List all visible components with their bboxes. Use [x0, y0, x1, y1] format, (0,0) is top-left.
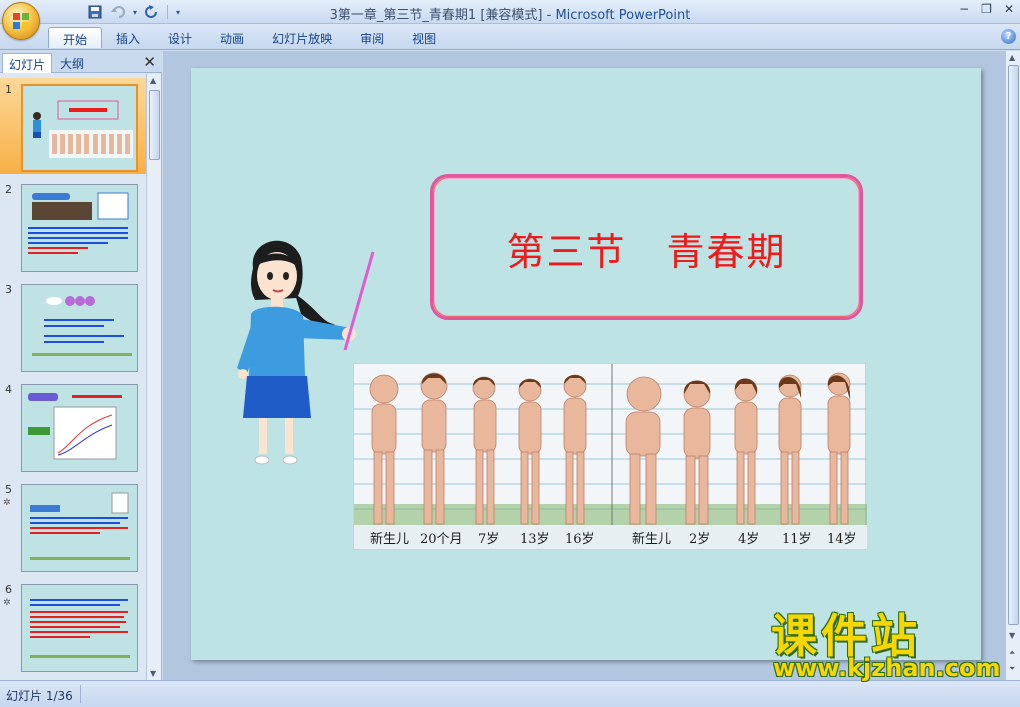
growth-label: 2岁: [689, 531, 711, 547]
tab-outline[interactable]: 大纲: [54, 53, 90, 73]
growth-chart-image[interactable]: 新生儿 20个月 7岁 13岁 16岁 新生儿 2岁 4岁 11岁 14岁: [353, 363, 867, 550]
scroll-up-icon[interactable]: ▲: [1009, 53, 1015, 62]
slides-pane: 幻灯片 大纲 ✕ 1 2 3 4 5 ✲ 6 ✲ ▲ ▼: [0, 51, 162, 680]
window-title: 3第一章_第三节_青春期1 [兼容模式] - Microsoft PowerPo…: [0, 4, 1020, 23]
growth-figures: [354, 364, 867, 527]
growth-label: 新生儿: [370, 531, 410, 547]
slide-preview: [21, 484, 138, 572]
growth-label: 16岁: [565, 531, 595, 547]
tab-design[interactable]: 设计: [154, 27, 206, 48]
window-controls: − ❐ ✕: [959, 2, 1014, 16]
slide-number: 6: [5, 583, 12, 596]
slide-thumbnail-4[interactable]: 4: [0, 378, 146, 474]
title-frame[interactable]: 第三节 青春期: [430, 174, 863, 320]
slide-thumbnail-5[interactable]: 5 ✲: [0, 478, 146, 574]
slide-preview: [21, 584, 138, 672]
slide-number: 3: [5, 283, 12, 296]
animation-star-icon: ✲: [3, 598, 11, 608]
tab-slideshow[interactable]: 幻灯片放映: [258, 27, 346, 48]
growth-label: 14岁: [827, 531, 857, 547]
ribbon-tabs: 开始 插入 设计 动画 幻灯片放映 审阅 视图: [48, 27, 450, 48]
scrollbar-thumb[interactable]: [149, 90, 160, 160]
scrollbar-thumb[interactable]: [1008, 65, 1019, 625]
growth-label: 13岁: [520, 531, 550, 547]
scroll-up-icon[interactable]: ▲: [150, 76, 156, 85]
ribbon: 开始 插入 设计 动画 幻灯片放映 审阅 视图 ?: [0, 24, 1020, 50]
growth-label: 新生儿: [632, 531, 672, 547]
tab-slides[interactable]: 幻灯片: [2, 53, 53, 73]
office-logo-icon: [13, 13, 29, 29]
animation-star-icon: ✲: [3, 498, 11, 508]
slide-thumbnail-2[interactable]: 2: [0, 178, 146, 274]
slide-preview: [21, 284, 138, 372]
growth-label: 4岁: [738, 531, 760, 547]
growth-label: 7岁: [478, 531, 500, 547]
tab-view[interactable]: 视图: [398, 27, 450, 48]
growth-label: 11岁: [782, 531, 812, 547]
tab-insert[interactable]: 插入: [102, 27, 154, 48]
close-button[interactable]: ✕: [1004, 2, 1014, 16]
tab-home[interactable]: 开始: [48, 27, 103, 48]
close-pane-icon[interactable]: ✕: [143, 53, 156, 71]
scroll-down-icon[interactable]: ▼: [150, 669, 156, 678]
slide-number: 5: [5, 483, 12, 496]
slide-editor: 第三节 青春期 新生儿 20个月 7岁 13岁 16岁 新生儿 2岁 4岁 11…: [163, 51, 1005, 680]
thumbnail-scrollbar[interactable]: ▲ ▼: [146, 74, 161, 680]
slide-preview: [21, 84, 138, 172]
pane-tabs: 幻灯片 大纲 ✕: [0, 51, 162, 73]
restore-button[interactable]: ❐: [981, 2, 992, 16]
slide-preview: [21, 184, 138, 272]
growth-label: 20个月: [420, 531, 463, 547]
slide-number: 4: [5, 383, 12, 396]
thumbnail-list: 1 2 3 4 5 ✲ 6 ✲: [0, 74, 146, 680]
slide-thumbnail-1[interactable]: 1: [0, 78, 146, 174]
title-separator: -: [542, 8, 556, 23]
slide-counter: 幻灯片 1/36: [6, 689, 73, 703]
growth-caption: 新生儿 20个月 7岁 13岁 16岁 新生儿 2岁 4岁 11岁 14岁: [354, 525, 867, 549]
slide-number: 1: [5, 83, 12, 96]
tab-review[interactable]: 审阅: [346, 27, 398, 48]
document-name: 3第一章_第三节_青春期1 [兼容模式]: [329, 8, 543, 23]
previous-slide-icon[interactable]: ⏶: [1009, 648, 1015, 658]
tab-animations[interactable]: 动画: [206, 27, 258, 48]
title-bar: ▾ ▾ 3第一章_第三节_青春期1 [兼容模式] - Microsoft Pow…: [0, 0, 1020, 24]
help-icon[interactable]: ?: [1001, 29, 1016, 44]
slide-number: 2: [5, 183, 12, 196]
scroll-down-icon[interactable]: ▼: [1009, 631, 1015, 640]
watermark-url: www.kjzhan.com: [773, 654, 1001, 682]
minimize-button[interactable]: −: [959, 2, 969, 16]
slide-scrollbar[interactable]: ▲ ▼ ⏶ ⏷: [1005, 51, 1020, 680]
slide-title[interactable]: 第三节 青春期: [433, 221, 860, 276]
application-name: Microsoft PowerPoint: [555, 8, 691, 23]
slide-preview: [21, 384, 138, 472]
office-button[interactable]: [2, 2, 40, 40]
status-divider: [80, 685, 81, 703]
watermark-logo: 课件站 www.kjzhan.com: [765, 600, 1005, 686]
current-slide[interactable]: 第三节 青春期 新生儿 20个月 7岁 13岁 16岁 新生儿 2岁 4岁 11…: [191, 68, 981, 660]
slide-thumbnail-6[interactable]: 6 ✲: [0, 578, 146, 674]
next-slide-icon[interactable]: ⏷: [1009, 664, 1015, 674]
slide-thumbnail-3[interactable]: 3: [0, 278, 146, 374]
